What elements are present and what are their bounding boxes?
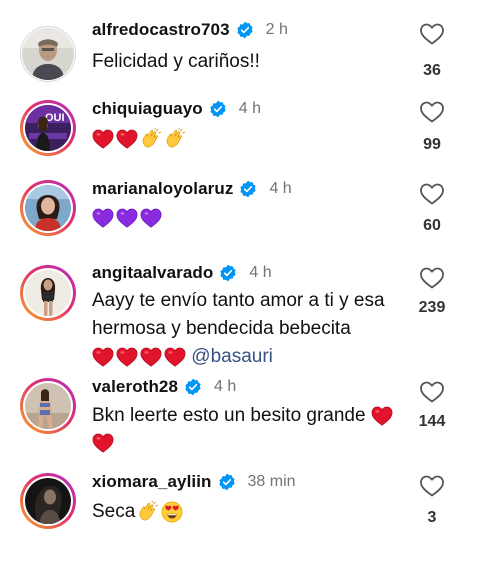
username[interactable]: marianaloyolaruz bbox=[92, 179, 233, 199]
verified-badge-icon bbox=[209, 100, 227, 118]
comment-text-content: Seca bbox=[92, 501, 136, 522]
svg-text:OUI: OUI bbox=[45, 112, 65, 124]
avatar-photo bbox=[25, 478, 71, 524]
like-count: 144 bbox=[418, 413, 446, 430]
heart-outline-icon[interactable] bbox=[419, 100, 445, 124]
comment-text: Felicidad y cariños!! bbox=[92, 48, 422, 75]
red-heart-emoji-icon bbox=[116, 346, 138, 368]
verified-badge-icon bbox=[184, 378, 202, 396]
comment-time: 4 h bbox=[269, 180, 292, 197]
username[interactable]: angitaalvarado bbox=[92, 263, 213, 283]
like-count: 99 bbox=[423, 136, 441, 153]
red-heart-emoji-icon bbox=[140, 346, 162, 368]
red-heart-emoji-icon bbox=[116, 128, 138, 150]
heart-outline-icon[interactable] bbox=[419, 22, 445, 46]
heart-outline-icon[interactable] bbox=[419, 380, 445, 404]
emoji-row bbox=[92, 207, 162, 229]
emoji-row bbox=[137, 501, 183, 523]
avatar[interactable]: OUI bbox=[20, 100, 76, 156]
comment-time: 4 h bbox=[214, 378, 237, 395]
comment-text bbox=[92, 204, 422, 231]
comment-meta: angitaalvarado 4 h bbox=[92, 261, 272, 285]
avatar-photo bbox=[25, 383, 71, 429]
username[interactable]: chiquiaguayo bbox=[92, 99, 203, 119]
heart-outline-icon[interactable] bbox=[419, 266, 445, 290]
clapping-hands-emoji-icon bbox=[164, 128, 186, 150]
like-control: 60 bbox=[397, 182, 467, 235]
emoji-row bbox=[92, 346, 186, 368]
like-control: 36 bbox=[397, 22, 467, 80]
like-count: 239 bbox=[418, 299, 446, 316]
comment-time: 4 h bbox=[238, 100, 262, 117]
verified-badge-icon bbox=[236, 21, 254, 39]
avatar-photo bbox=[25, 185, 71, 231]
red-heart-emoji-icon bbox=[371, 405, 393, 427]
comment-text bbox=[92, 125, 422, 152]
heart-eyes-emoji-icon bbox=[161, 501, 183, 523]
verified-badge-icon bbox=[218, 473, 236, 491]
purple-heart-emoji-icon bbox=[92, 207, 114, 229]
like-control: 239 bbox=[397, 266, 467, 317]
purple-heart-emoji-icon bbox=[116, 207, 138, 229]
verified-badge-icon bbox=[219, 264, 237, 282]
red-heart-emoji-icon bbox=[92, 432, 114, 454]
comment-time: 4 h bbox=[249, 264, 272, 281]
like-count: 36 bbox=[423, 62, 441, 79]
clapping-hands-emoji-icon bbox=[137, 501, 159, 523]
like-control: 3 bbox=[397, 474, 467, 527]
avatar-photo: OUI bbox=[25, 105, 71, 151]
heart-outline-icon[interactable] bbox=[419, 474, 445, 498]
mention-link[interactable]: @basauri bbox=[191, 346, 273, 367]
like-control: 144 bbox=[397, 380, 467, 431]
avatar[interactable] bbox=[20, 265, 76, 321]
comment-meta: xiomara_ayliin 38 min bbox=[92, 470, 296, 494]
comment-text-content: Bkn leerte esto un besito grande bbox=[92, 405, 366, 426]
purple-heart-emoji-icon bbox=[140, 207, 162, 229]
verified-badge-icon bbox=[239, 180, 257, 198]
clapping-hands-emoji-icon bbox=[140, 128, 162, 150]
comment-text: Seca bbox=[92, 498, 422, 525]
comment-time: 38 min bbox=[247, 473, 296, 490]
avatar-photo bbox=[22, 28, 74, 80]
comment-text-content: Aayy te envío tanto amor a ti y esa herm… bbox=[92, 290, 385, 339]
comment-time: 2 h bbox=[265, 21, 288, 38]
comment-meta: alfredocastro703 2 h bbox=[92, 18, 288, 42]
like-control: 99 bbox=[397, 100, 467, 154]
emoji-row bbox=[92, 128, 186, 150]
avatar-photo bbox=[25, 270, 71, 316]
comment-meta: valeroth28 4 h bbox=[92, 375, 236, 399]
avatar[interactable] bbox=[20, 378, 76, 434]
red-heart-emoji-icon bbox=[92, 128, 114, 150]
red-heart-emoji-icon bbox=[92, 346, 114, 368]
comment-text: Aayy te envío tanto amor a ti y esa herm… bbox=[92, 287, 412, 371]
like-count: 3 bbox=[427, 509, 437, 526]
comment-text-content: Felicidad y cariños!! bbox=[92, 51, 260, 72]
comment-meta: chiquiaguayo 4 h bbox=[92, 97, 261, 121]
heart-outline-icon[interactable] bbox=[419, 182, 445, 206]
username[interactable]: xiomara_ayliin bbox=[92, 472, 212, 492]
red-heart-emoji-icon bbox=[164, 346, 186, 368]
comment-meta: marianaloyolaruz 4 h bbox=[92, 177, 292, 201]
avatar[interactable] bbox=[20, 26, 76, 82]
comment-text: Bkn leerte esto un besito grande bbox=[92, 402, 422, 456]
username[interactable]: alfredocastro703 bbox=[92, 20, 230, 40]
avatar[interactable] bbox=[20, 180, 76, 236]
like-count: 60 bbox=[423, 217, 441, 234]
username[interactable]: valeroth28 bbox=[92, 377, 178, 397]
avatar[interactable] bbox=[20, 473, 76, 529]
